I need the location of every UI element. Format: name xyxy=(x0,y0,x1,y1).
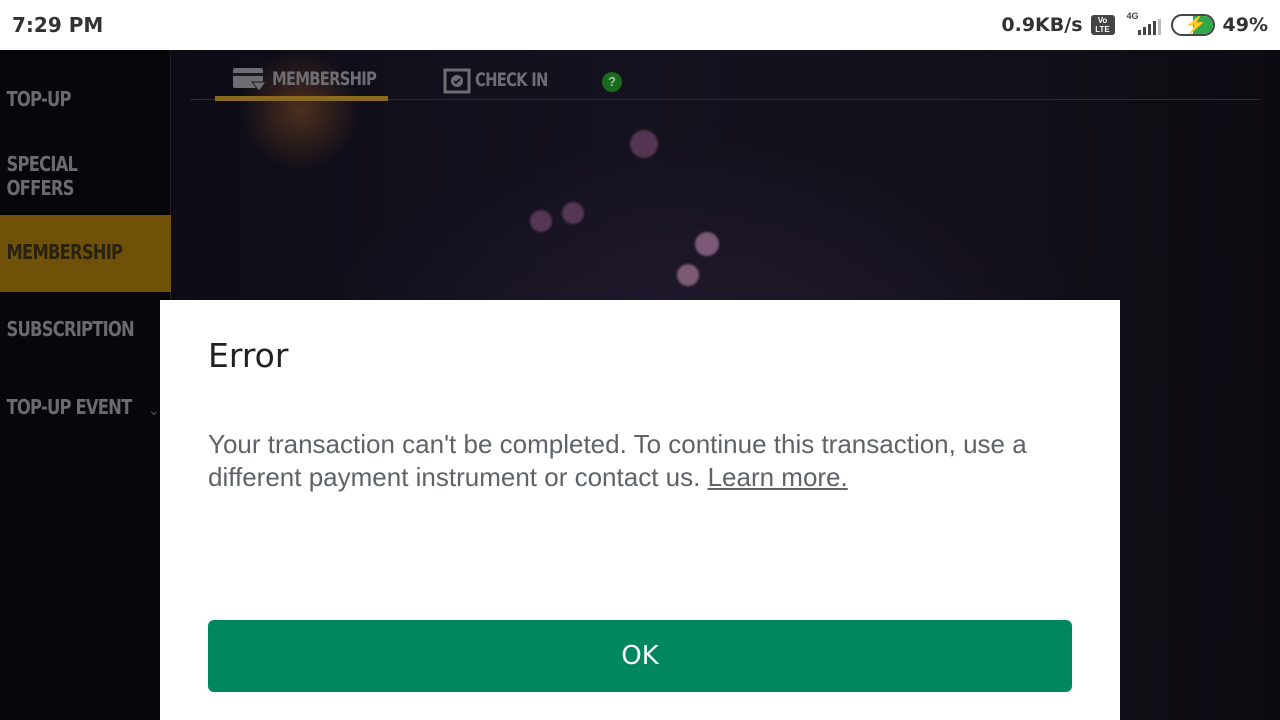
sidebar-item-membership[interactable]: MEMBERSHIP xyxy=(0,240,140,264)
help-icon[interactable]: ? xyxy=(602,72,622,92)
sidebar: TOP-UP SPECIAL OFFERS MEMBERSHIP SUBSCRI… xyxy=(0,50,171,720)
error-dialog: Error Your transaction can't be complete… xyxy=(160,300,1120,720)
sidebar-item-top-up-event[interactable]: TOP-UP EVENT xyxy=(0,395,140,419)
learn-more-link[interactable]: Learn more. xyxy=(708,462,848,492)
dialog-title: Error xyxy=(208,336,289,375)
sidebar-item-top-up[interactable]: TOP-UP xyxy=(0,87,140,111)
network-speed: 0.9KB/s xyxy=(1001,14,1083,36)
status-bar: 7:29 PM 0.9KB/s Vo LTE 4G ⚡ 49% xyxy=(0,0,1280,50)
clock: 7:29 PM xyxy=(12,13,104,37)
sidebar-item-special-offers[interactable]: SPECIAL OFFERS xyxy=(0,152,98,200)
status-icons: 0.9KB/s Vo LTE 4G ⚡ 49% xyxy=(1001,11,1268,37)
battery-icon: ⚡ xyxy=(1170,14,1215,36)
bokeh-light xyxy=(530,210,552,232)
bokeh-light xyxy=(677,264,699,286)
bokeh-light xyxy=(562,202,584,224)
tab-bar: MEMBERSHIP CHECK IN ? xyxy=(190,60,1260,101)
volte-icon: Vo LTE xyxy=(1090,15,1115,35)
ok-button[interactable]: OK xyxy=(208,620,1072,692)
signal-icon: 4G xyxy=(1123,11,1163,37)
battery-percent: 49% xyxy=(1222,14,1268,36)
active-tab-indicator xyxy=(215,96,388,101)
check-in-calendar-icon xyxy=(443,68,471,94)
tab-check-in[interactable]: CHECK IN xyxy=(443,66,568,94)
tab-membership[interactable]: MEMBERSHIP xyxy=(232,66,405,92)
membership-card-icon xyxy=(233,68,268,92)
dialog-message-text: Your transaction can't be completed. To … xyxy=(208,429,1027,492)
bokeh-light xyxy=(695,232,719,256)
bokeh-light xyxy=(630,130,658,158)
dialog-message: Your transaction can't be completed. To … xyxy=(208,428,1088,494)
sidebar-item-subscription[interactable]: SUBSCRIPTION xyxy=(0,317,140,341)
chevron-down-icon[interactable]: ⌄ xyxy=(148,402,160,419)
charging-bolt-icon: ⚡ xyxy=(1184,14,1207,34)
